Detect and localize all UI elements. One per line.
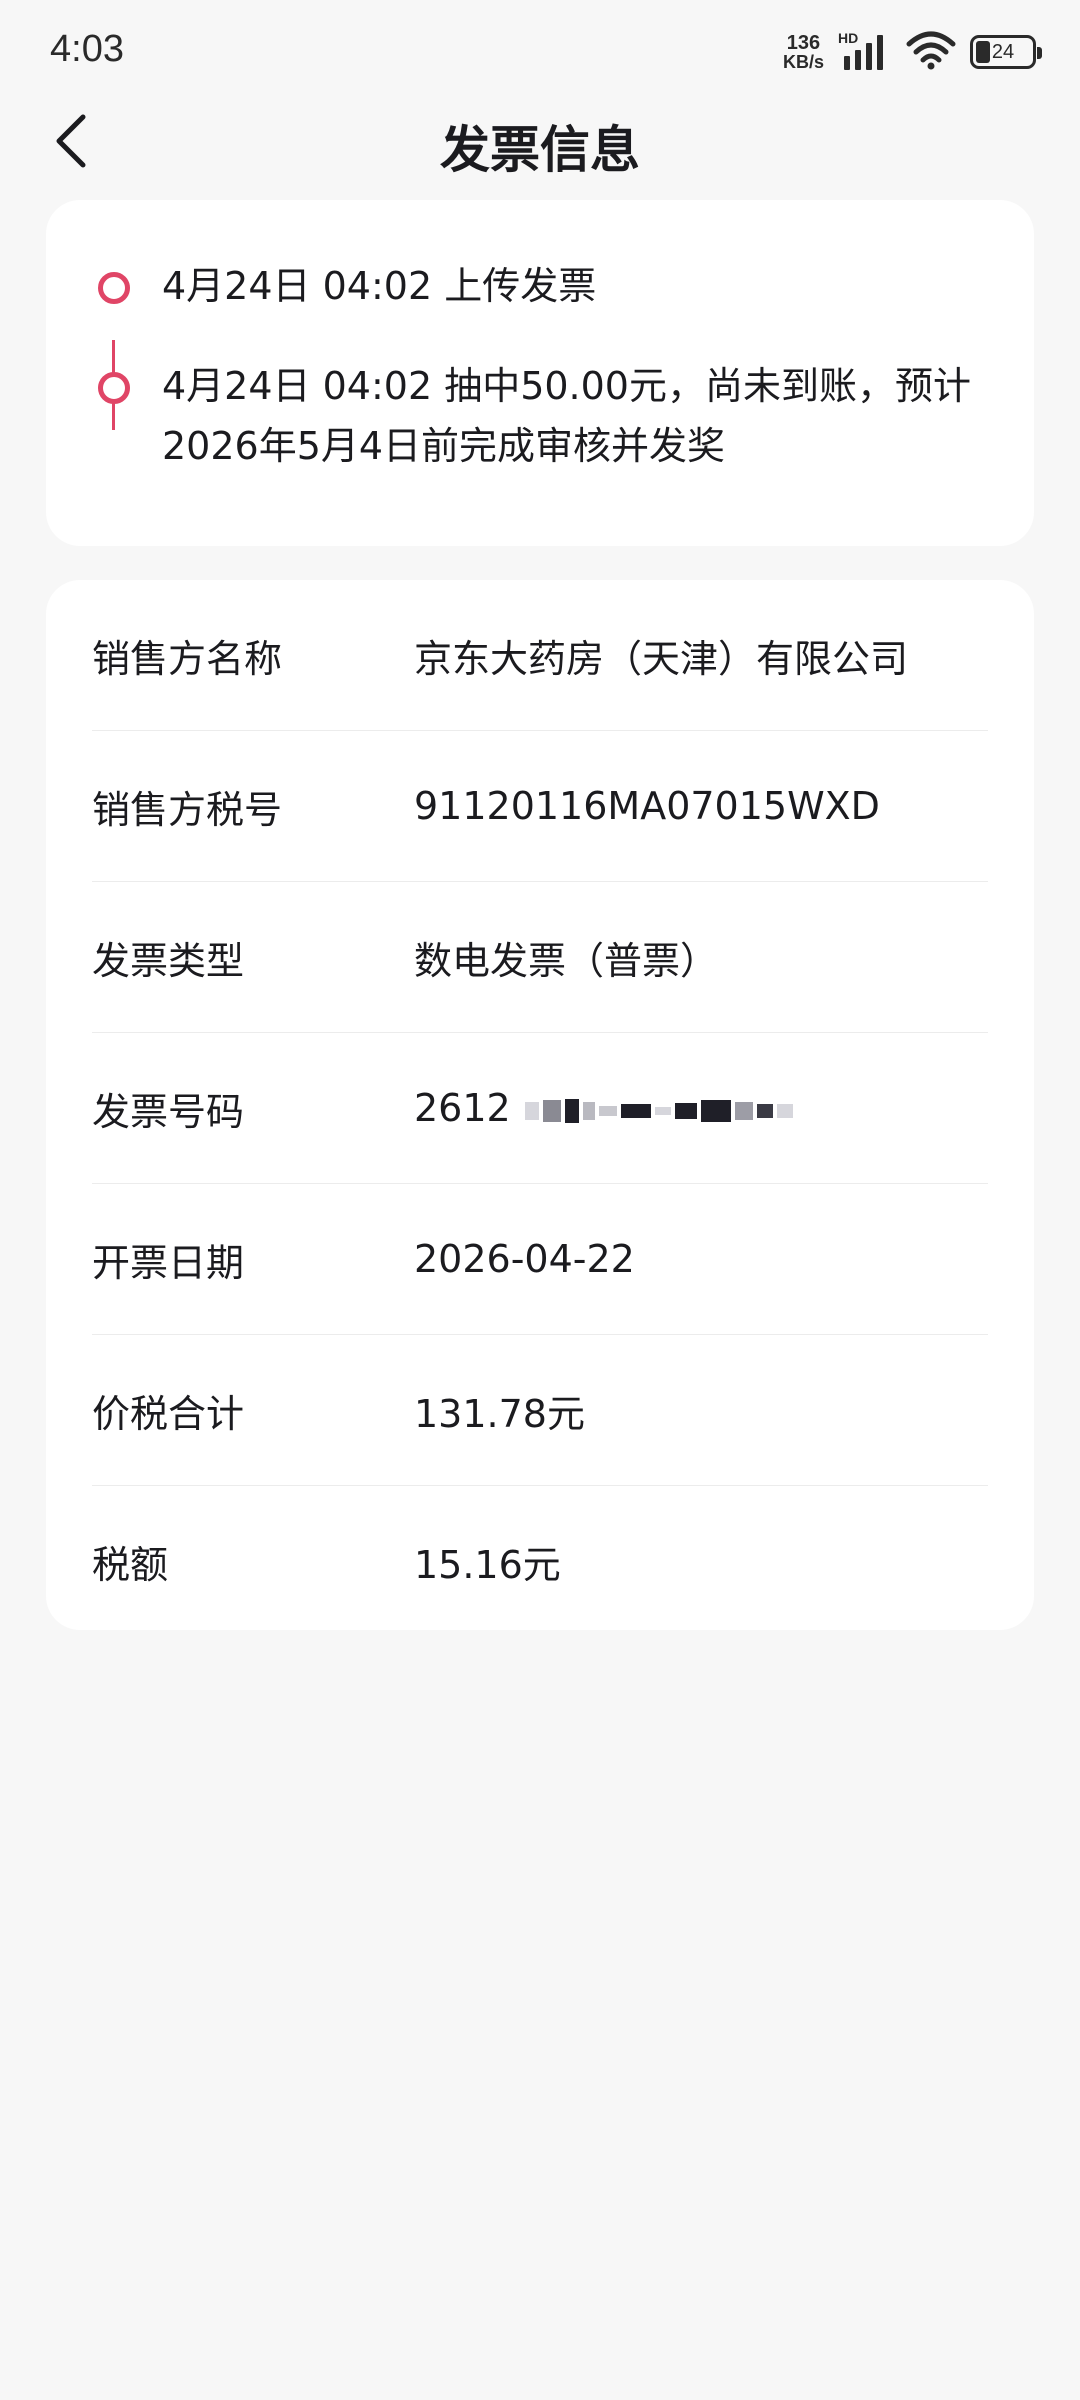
detail-label: 开票日期 — [92, 1240, 245, 1285]
timeline-dot-icon — [98, 372, 130, 404]
hd-label: HD — [838, 30, 859, 46]
app-header: 发票信息 — [0, 96, 1080, 186]
detail-label: 发票号码 — [92, 1089, 245, 1134]
timeline-item: 4月24日 04:02 抽中50.00元，尚未到账，预计2026年5月4日前完成… — [46, 356, 974, 476]
detail-row-tax-amount: 税额 15.16元 — [92, 1486, 988, 1636]
detail-label: 销售方税号 — [92, 787, 283, 832]
battery-cap — [1037, 47, 1042, 59]
detail-value-masked: 2612 — [414, 1086, 988, 1130]
detail-value: 京东大药房（天津）有限公司 — [414, 636, 909, 681]
status-bar: 4:03 136 KB/s HD 24 — [0, 0, 1080, 96]
detail-value: 数电发票（普票） — [414, 938, 719, 983]
detail-value: 131.78元 — [414, 1391, 585, 1436]
timeline-text: 4月24日 04:02 上传发票 — [162, 264, 597, 308]
timeline-text: 4月24日 04:02 抽中50.00元，尚未到账，预计2026年5月4日前完成… — [162, 364, 971, 468]
battery-icon: 24 — [970, 35, 1042, 69]
detail-value: 91120116MA07015WXD — [414, 784, 880, 828]
detail-label: 税额 — [92, 1542, 169, 1587]
detail-row-seller-name: 销售方名称 京东大药房（天津）有限公司 — [92, 580, 988, 731]
detail-label: 发票类型 — [92, 938, 245, 983]
network-speed-unit: KB/s — [782, 52, 824, 72]
page-title: 发票信息 — [440, 121, 640, 179]
detail-value: 2026-04-22 — [414, 1237, 635, 1281]
detail-row-invoice-type: 发票类型 数电发票（普票） — [92, 882, 988, 1033]
detail-value: 15.16元 — [414, 1542, 561, 1587]
detail-row-invoice-number: 发票号码 2612 — [92, 1033, 988, 1184]
status-icons: 136 KB/s HD 24 — [783, 30, 1042, 74]
detail-row-issue-date: 开票日期 2026-04-22 — [92, 1184, 988, 1335]
timeline-item: 4月24日 04:02 上传发票 — [46, 256, 974, 316]
battery-level — [976, 41, 990, 63]
redacted-mosaic — [524, 1098, 793, 1123]
wifi-icon — [906, 30, 956, 74]
timeline-card: 4月24日 04:02 上传发票 4月24日 04:02 抽中50.00元，尚未… — [46, 200, 1034, 546]
timeline: 4月24日 04:02 上传发票 4月24日 04:02 抽中50.00元，尚未… — [46, 256, 974, 476]
timeline-dot-icon — [98, 272, 130, 304]
detail-row-total-amount: 价税合计 131.78元 — [92, 1335, 988, 1486]
invoice-number-prefix: 2612 — [414, 1086, 511, 1130]
network-speed: 136 KB/s — [783, 33, 824, 71]
network-speed-value: 136 — [786, 32, 821, 54]
cellular-signal-icon: HD — [838, 30, 892, 72]
detail-label: 销售方名称 — [92, 636, 283, 681]
invoice-details-card: 销售方名称 京东大药房（天津）有限公司 销售方税号 91120116MA0701… — [46, 580, 1034, 1630]
detail-label: 价税合计 — [92, 1391, 245, 1436]
status-time: 4:03 — [50, 28, 124, 70]
detail-row-seller-tax-id: 销售方税号 91120116MA07015WXD — [92, 731, 988, 882]
battery-percent: 24 — [991, 40, 1015, 63]
